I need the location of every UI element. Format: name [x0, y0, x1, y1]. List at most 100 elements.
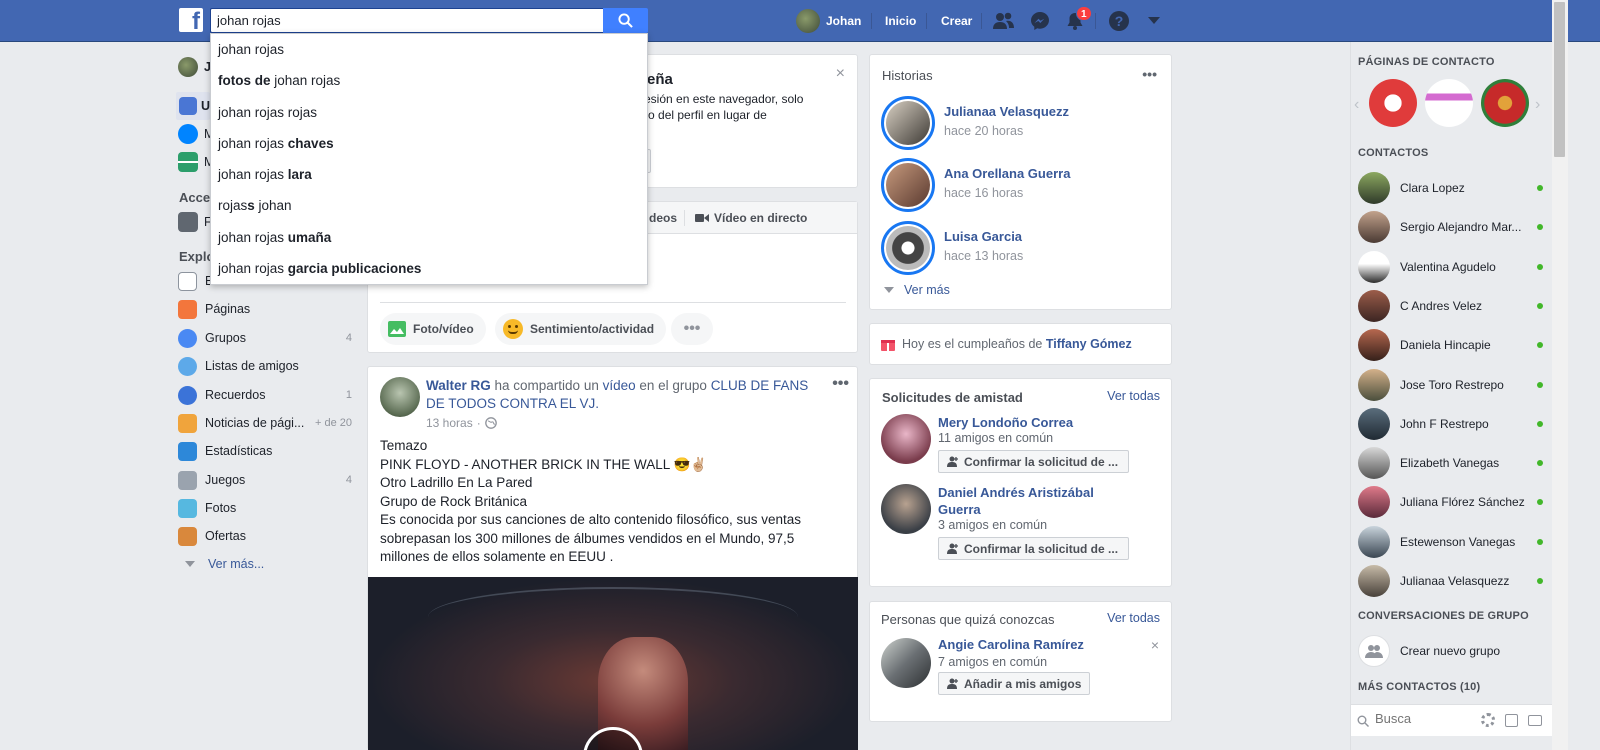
request-name-link[interactable]: Daniel Andrés Aristizábal Guerra: [938, 484, 1108, 518]
online-status-dot: [1537, 263, 1543, 270]
chat-contact[interactable]: Estewenson Vanegas: [1358, 524, 1543, 560]
search-suggestion[interactable]: johan rojas garcia publicaciones: [211, 253, 647, 284]
chat-contact[interactable]: Daniela Hincapie: [1358, 327, 1543, 363]
compose-icon[interactable]: [1505, 714, 1518, 727]
photo-video-button[interactable]: Foto/vídeo: [380, 313, 486, 345]
friend-requests-icon[interactable]: [993, 10, 1015, 32]
pymk-card: Personas que quizá conozcas Ver todas An…: [869, 601, 1172, 722]
search-suggestion[interactable]: johan rojas umaña: [211, 222, 647, 253]
post-timestamp[interactable]: 13 horas ·: [426, 416, 497, 430]
home-link[interactable]: Inicio: [885, 0, 916, 42]
photos-icon: [178, 498, 197, 518]
search-suggestion[interactable]: rojass johan: [211, 190, 647, 221]
notice-text-1: es sesión en este navegador, solo: [622, 92, 804, 106]
page-avatar[interactable]: [1425, 79, 1473, 127]
post-options-icon[interactable]: •••: [832, 375, 849, 393]
create-label: Crear: [941, 14, 973, 28]
chat-contact[interactable]: C Andres Velez: [1358, 288, 1543, 324]
request-name-link[interactable]: Mery Londoño Correa: [938, 414, 1108, 431]
chat-contact[interactable]: Valentina Agudelo: [1358, 249, 1543, 285]
add-friend-button[interactable]: Añadir a mis amigos: [938, 672, 1091, 695]
sidebar-item-label: Páginas: [205, 302, 251, 316]
avatar: [1358, 250, 1390, 283]
sidebar-item[interactable]: Fotos: [178, 494, 358, 522]
contact-name: Julianaa Velasquezz: [1400, 574, 1510, 588]
chat-contact[interactable]: Clara Lopez: [1358, 170, 1543, 206]
contact-pages-heading: PÁGINAS DE CONTACTO: [1358, 56, 1495, 68]
sidebar-item[interactable]: Listas de amigos: [178, 352, 358, 380]
sidebar-item-newsfeed[interactable]: U: [176, 92, 210, 120]
pymk-name-link[interactable]: Angie Carolina Ramírez: [938, 637, 1084, 652]
search-icon: [1357, 715, 1369, 727]
birthday-card[interactable]: Hoy es el cumpleaños de Tiffany Gómez: [869, 323, 1172, 365]
see-all-pymk-link[interactable]: Ver todas: [1107, 611, 1160, 625]
suggestion-text: johan: [254, 198, 292, 214]
post-author-link[interactable]: Walter RG: [426, 378, 491, 393]
feeling-activity-button[interactable]: Sentimiento/actividad: [495, 313, 667, 345]
stories-see-more[interactable]: Ver más: [884, 283, 950, 297]
stories-options-icon[interactable]: •••: [1142, 66, 1157, 82]
messenger-icon[interactable]: [1029, 10, 1051, 32]
help-icon[interactable]: ?: [1108, 10, 1130, 32]
see-more-link[interactable]: Ver más...: [182, 550, 362, 578]
see-all-requests-link[interactable]: Ver todas: [1107, 389, 1160, 403]
search-input[interactable]: [210, 8, 603, 33]
avatar[interactable]: [881, 638, 931, 688]
chat-contact[interactable]: Juliana Flórez Sánchez: [1358, 484, 1543, 520]
sidebar-item[interactable]: Estadísticas: [178, 437, 358, 465]
avatar[interactable]: [380, 377, 420, 417]
search-suggestion[interactable]: fotos de johan rojas: [211, 65, 647, 96]
avatar: [1358, 172, 1390, 204]
online-status-dot: [1537, 538, 1543, 545]
chevron-right-icon[interactable]: ›: [1535, 96, 1540, 114]
avatar[interactable]: [881, 414, 931, 464]
scrollbar-thumb[interactable]: [1554, 2, 1565, 157]
story-item[interactable]: Luisa Garcia hace 13 horas: [881, 221, 1161, 277]
more-options-icon[interactable]: •••: [671, 313, 713, 345]
post-video-link[interactable]: vídeo: [603, 378, 636, 393]
story-item[interactable]: Julianaa Velasquezz hace 20 horas: [881, 96, 1161, 152]
search-suggestion[interactable]: johan rojas rojas: [211, 97, 647, 128]
chat-contact[interactable]: Jose Toro Restrepo: [1358, 367, 1543, 403]
story-item[interactable]: Ana Orellana Guerra hace 16 horas: [881, 158, 1161, 214]
chat-contact[interactable]: Elizabeth Vanegas: [1358, 445, 1543, 481]
sidebar-item[interactable]: Páginas: [178, 295, 358, 323]
search-suggestion[interactable]: johan rojas: [211, 34, 647, 65]
search-suggestion[interactable]: johan rojas chaves: [211, 128, 647, 159]
post-video[interactable]: [368, 577, 858, 750]
more-contacts-heading[interactable]: MÁS CONTACTOS (10): [1358, 681, 1480, 693]
create-link[interactable]: Crear: [941, 0, 972, 42]
create-group-button[interactable]: Crear nuevo grupo: [1358, 633, 1543, 669]
avatar[interactable]: [881, 484, 931, 534]
close-icon[interactable]: ×: [1151, 637, 1159, 653]
chat-contact[interactable]: Sergio Alejandro Mar...: [1358, 209, 1543, 245]
tab-videos[interactable]: deos: [649, 211, 677, 225]
chevron-left-icon[interactable]: ‹: [1354, 96, 1359, 114]
search-button[interactable]: [603, 8, 648, 33]
chat-search-input[interactable]: [1375, 711, 1475, 726]
sidebar-item[interactable]: Juegos 4: [178, 466, 358, 494]
confirm-request-button[interactable]: Confirmar la solicitud de ...: [938, 450, 1129, 473]
tab-live-video[interactable]: Vídeo en directo: [695, 211, 807, 225]
gear-icon[interactable]: [1481, 713, 1495, 727]
page-avatar[interactable]: [1481, 79, 1529, 127]
profile-link[interactable]: Johan: [796, 0, 861, 42]
chevron-down-icon[interactable]: [1143, 10, 1165, 32]
facebook-logo[interactable]: f: [179, 8, 203, 32]
close-icon[interactable]: ×: [836, 65, 845, 83]
confirm-request-button[interactable]: Confirmar la solicitud de ...: [938, 537, 1129, 560]
sidebar-item[interactable]: Recuerdos 1: [178, 381, 358, 409]
sidebar-item[interactable]: Ofertas: [178, 522, 358, 550]
sidebar-item[interactable]: Grupos 4: [178, 324, 358, 352]
birthday-name-link[interactable]: Tiffany Gómez: [1046, 337, 1132, 351]
page-feed-icon: [178, 413, 197, 433]
photo-video-label: Foto/vídeo: [413, 322, 474, 336]
chat-contact[interactable]: Julianaa Velasquezz: [1358, 563, 1543, 599]
page-avatar[interactable]: [1369, 79, 1417, 127]
chevron-down-icon: [185, 561, 195, 567]
sidebar-item[interactable]: Noticias de pági... + de 20: [178, 409, 358, 437]
video-call-icon[interactable]: [1528, 715, 1542, 726]
chat-contact[interactable]: John F Restrepo: [1358, 406, 1543, 442]
avatar: [1358, 289, 1390, 322]
search-suggestion[interactable]: johan rojas lara: [211, 159, 647, 190]
